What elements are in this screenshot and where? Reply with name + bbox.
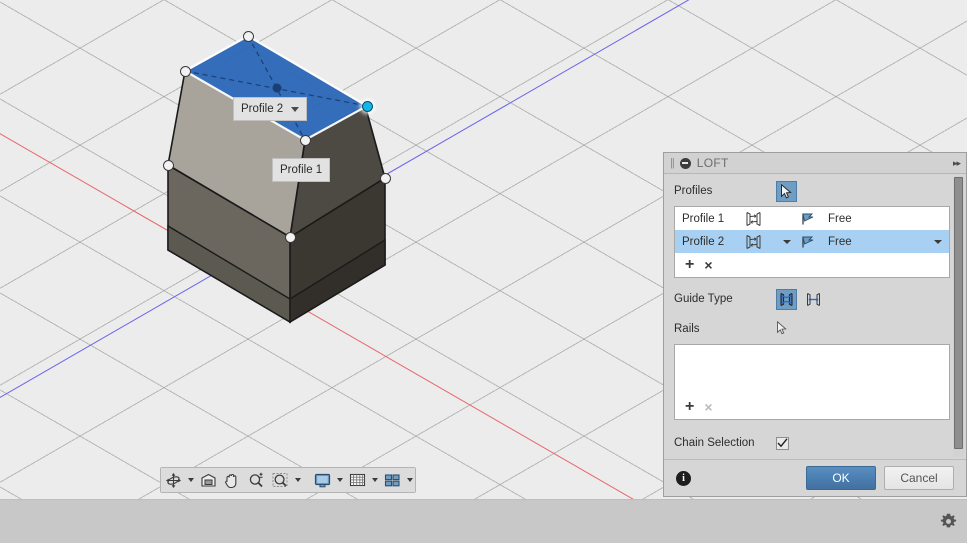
chain-selection-checkbox[interactable] bbox=[776, 436, 789, 450]
cursor-select-icon[interactable] bbox=[776, 180, 797, 202]
vertex-handle[interactable] bbox=[284, 231, 296, 243]
navigation-toolbar[interactable] bbox=[160, 467, 416, 493]
viewport-label-profile-1[interactable]: Profile 1 bbox=[272, 158, 331, 182]
collapse-icon[interactable] bbox=[679, 157, 691, 169]
zoom-window-icon[interactable] bbox=[268, 468, 292, 492]
rails-listbox[interactable]: + × bbox=[674, 344, 950, 420]
display-settings-dropdown-arrow[interactable] bbox=[334, 468, 345, 492]
profiles-label: Profiles bbox=[674, 185, 713, 197]
vertex-handle[interactable] bbox=[299, 134, 311, 146]
loft-dialog[interactable]: || LOFT ▸▸ Profiles Profile 1 Free Profi… bbox=[663, 152, 967, 497]
loft-dialog-title: LOFT bbox=[696, 156, 729, 170]
add-profile-button[interactable]: + bbox=[685, 257, 694, 273]
tangency-flag-icon[interactable] bbox=[800, 235, 828, 249]
chevron-down-icon[interactable] bbox=[291, 106, 300, 112]
loft-dialog-titlebar[interactable]: || LOFT ▸▸ bbox=[664, 153, 966, 174]
viewport-label-profile-2[interactable]: Profile 2 bbox=[233, 97, 308, 121]
profiles-add-remove-row: + × bbox=[675, 253, 949, 277]
loft-dialog-footer: i OK Cancel bbox=[664, 459, 966, 496]
centerline-guide-icon[interactable] bbox=[803, 289, 824, 310]
zoom-icon[interactable] bbox=[244, 468, 268, 492]
dialog-scrollbar-thumb[interactable] bbox=[954, 177, 963, 449]
profiles-row: Profiles bbox=[664, 178, 948, 204]
info-icon[interactable]: i bbox=[676, 470, 691, 486]
vertex-handle-selected[interactable] bbox=[361, 100, 373, 112]
rails-label: Rails bbox=[674, 323, 700, 335]
grid-snaps-icon[interactable] bbox=[345, 468, 369, 492]
vertex-handle[interactable] bbox=[242, 30, 254, 42]
look-at-icon[interactable] bbox=[196, 468, 220, 492]
profile-plane-icon[interactable] bbox=[744, 234, 774, 250]
ok-button[interactable]: OK bbox=[806, 466, 876, 490]
toolbar-separator bbox=[303, 468, 310, 492]
viewports-icon[interactable] bbox=[380, 468, 404, 492]
loft-dialog-body: Profiles Profile 1 Free Profile 2 Free +… bbox=[664, 174, 966, 459]
rails-cursor-pointer-icon bbox=[776, 320, 788, 338]
viewports-dropdown-arrow[interactable] bbox=[404, 468, 415, 492]
guide-type-row: Guide Type bbox=[664, 286, 948, 312]
guide-type-label: Guide Type bbox=[674, 293, 733, 305]
profile-name: Profile 2 bbox=[682, 235, 725, 248]
profile-list-row[interactable]: Profile 1 Free bbox=[675, 207, 949, 230]
orbit-icon[interactable] bbox=[161, 468, 185, 492]
chain-selection-row: Chain Selection bbox=[664, 430, 948, 456]
profile-plane-icon[interactable] bbox=[744, 211, 774, 227]
viewport-label-text: Profile 2 bbox=[241, 103, 284, 115]
remove-profile-button[interactable]: × bbox=[704, 258, 712, 272]
dialog-scrollbar[interactable] bbox=[953, 176, 964, 457]
profile-condition: Free bbox=[828, 212, 852, 225]
vertex-handle[interactable] bbox=[179, 65, 191, 77]
drag-gripper-icon[interactable]: || bbox=[670, 157, 675, 169]
chain-selection-label: Chain Selection bbox=[674, 437, 755, 449]
expand-arrows-icon[interactable]: ▸▸ bbox=[953, 158, 961, 169]
add-rail-button[interactable]: + bbox=[685, 399, 694, 415]
rails-add-remove-row: + × bbox=[675, 395, 949, 419]
tangency-flag-icon[interactable] bbox=[800, 212, 828, 226]
profile-condition-dropdown[interactable] bbox=[927, 239, 949, 244]
gear-icon[interactable] bbox=[933, 506, 963, 536]
profile-options-dropdown[interactable] bbox=[774, 239, 800, 244]
grid-snaps-dropdown-arrow[interactable] bbox=[369, 468, 380, 492]
vertex-handle[interactable] bbox=[162, 159, 174, 171]
cancel-button[interactable]: Cancel bbox=[884, 466, 954, 490]
profile-condition: Free bbox=[828, 235, 852, 248]
zoom-window-dropdown-arrow[interactable] bbox=[292, 468, 303, 492]
remove-rail-button[interactable]: × bbox=[704, 400, 712, 414]
vertex-handle[interactable] bbox=[379, 172, 391, 184]
viewport-label-text: Profile 1 bbox=[280, 164, 323, 176]
rails-row: Rails bbox=[664, 316, 948, 342]
pan-hand-icon[interactable] bbox=[220, 468, 244, 492]
status-bar bbox=[0, 499, 967, 543]
display-settings-icon[interactable] bbox=[310, 468, 334, 492]
profile-name: Profile 1 bbox=[682, 212, 725, 225]
rails-guide-icon[interactable] bbox=[776, 288, 797, 310]
profile-list-row-selected[interactable]: Profile 2 Free bbox=[675, 230, 949, 253]
fusion-app-window: Profile 2 Profile 1 || LOFT ▸▸ Profiles … bbox=[0, 0, 967, 543]
profiles-listbox[interactable]: Profile 1 Free Profile 2 Free + × bbox=[674, 206, 950, 278]
orbit-dropdown-arrow[interactable] bbox=[185, 468, 196, 492]
